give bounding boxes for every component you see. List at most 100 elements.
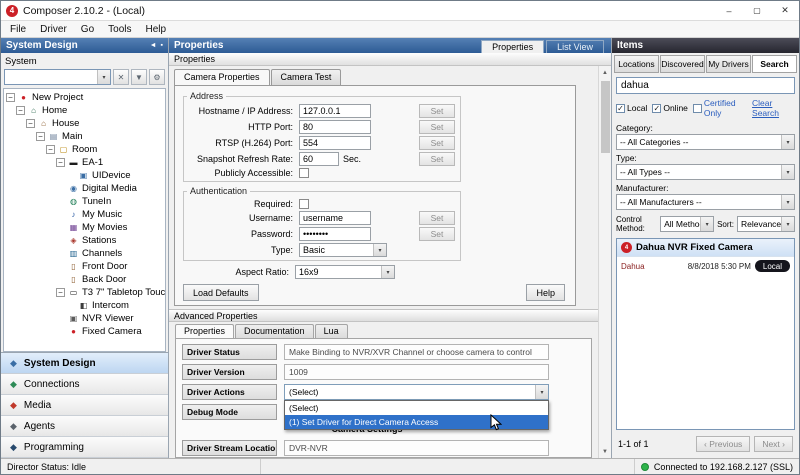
tree-item-house[interactable]: −⌂House xyxy=(4,117,165,130)
tab-search[interactable]: Search xyxy=(752,55,797,73)
tab-properties[interactable]: Properties xyxy=(481,40,544,53)
control-method-select[interactable]: All Methods xyxy=(660,216,714,232)
tree-collapse-icon[interactable]: − xyxy=(36,132,45,141)
tree-item-ea-1[interactable]: −▬EA-1 xyxy=(4,156,165,169)
nav-system-design[interactable]: ◆System Design xyxy=(1,353,168,374)
http-port-input[interactable] xyxy=(299,120,371,134)
category-select[interactable]: -- All Categories -- xyxy=(616,134,795,150)
hostname-input[interactable] xyxy=(299,104,371,118)
chevron-down-icon[interactable] xyxy=(97,70,110,84)
tab-my-drivers[interactable]: My Drivers xyxy=(706,55,751,73)
sort-select[interactable]: Relevance xyxy=(737,216,795,232)
menu-help[interactable]: Help xyxy=(139,22,174,37)
publicly-accessible-checkbox[interactable] xyxy=(299,168,309,178)
load-defaults-button[interactable]: Load Defaults xyxy=(183,284,259,301)
nav-media[interactable]: ◆Media xyxy=(1,395,168,416)
clear-search-link[interactable]: Clear Search xyxy=(752,98,795,118)
tree-item-my-movies[interactable]: ▦My Movies xyxy=(4,221,165,234)
password-input[interactable] xyxy=(299,227,371,241)
type-select[interactable]: -- All Types -- xyxy=(616,164,795,180)
filter-icon[interactable]: ▼ xyxy=(131,69,147,85)
tab-advanced-lua[interactable]: Lua xyxy=(315,324,348,338)
manufacturer-select[interactable]: -- All Manufacturers -- xyxy=(616,194,795,210)
tree-item-uidevice[interactable]: ▣UIDevice xyxy=(4,169,165,182)
scroll-down-icon[interactable]: ▼ xyxy=(599,445,611,458)
menu-tools[interactable]: Tools xyxy=(101,22,138,37)
tree-item-intercom[interactable]: ◧Intercom xyxy=(4,299,165,312)
refresh-rate-set-button[interactable]: Set xyxy=(419,152,455,166)
menu-go[interactable]: Go xyxy=(74,22,101,37)
username-input[interactable] xyxy=(299,211,371,225)
pin-panel-icon[interactable]: ▪ xyxy=(161,42,163,49)
system-search-combo[interactable] xyxy=(4,69,111,85)
tree-collapse-icon[interactable]: − xyxy=(26,119,35,128)
tree-item-tunein[interactable]: ◍TuneIn xyxy=(4,195,165,208)
maximize-button[interactable] xyxy=(743,1,771,20)
tree-item-stations[interactable]: ◈Stations xyxy=(4,234,165,247)
rtsp-port-set-button[interactable]: Set xyxy=(419,136,455,150)
tree-collapse-icon[interactable]: − xyxy=(56,158,65,167)
http-port-set-button[interactable]: Set xyxy=(419,120,455,134)
tree-item-channels[interactable]: ▥Channels xyxy=(4,247,165,260)
rtsp-port-input[interactable] xyxy=(299,136,371,150)
hostname-set-button[interactable]: Set xyxy=(419,104,455,118)
result-item-dahua-nvr-fixed-camera[interactable]: Dahua NVR Fixed CameraDahua8/8/2018 5:30… xyxy=(617,239,794,277)
tree-item-back-door[interactable]: ▯Back Door xyxy=(4,273,165,286)
previous-page-button[interactable]: Previous xyxy=(696,436,750,452)
password-set-button[interactable]: Set xyxy=(419,227,455,241)
property-value[interactable]: 1009 xyxy=(284,364,549,380)
scrollbar-thumb[interactable] xyxy=(601,81,610,153)
filter-local[interactable]: ✓Local xyxy=(616,103,647,113)
username-set-button[interactable]: Set xyxy=(419,211,455,225)
property-value[interactable]: DVR-NVR xyxy=(284,440,549,456)
tree-item-my-music[interactable]: ♪My Music xyxy=(4,208,165,221)
refresh-rate-input[interactable] xyxy=(299,152,339,166)
nav-programming[interactable]: ◆Programming xyxy=(1,437,168,458)
tab-advanced-documentation[interactable]: Documentation xyxy=(235,324,314,338)
filter-online[interactable]: ✓Online xyxy=(652,103,688,113)
collapse-panel-icon[interactable]: ◄ xyxy=(150,42,157,49)
tree-item-digital-media[interactable]: ◉Digital Media xyxy=(4,182,165,195)
tab-list-view[interactable]: List View xyxy=(546,40,604,53)
menu-driver[interactable]: Driver xyxy=(33,22,74,37)
tab-advanced-properties[interactable]: Properties xyxy=(175,324,234,338)
nav-agents[interactable]: ◆Agents xyxy=(1,416,168,437)
scroll-up-icon[interactable]: ▲ xyxy=(599,66,611,79)
items-search-input[interactable] xyxy=(616,77,795,94)
tree-item-main[interactable]: −▤Main xyxy=(4,130,165,143)
tree-item-new-project[interactable]: −●New Project xyxy=(4,91,165,104)
system-search-input[interactable] xyxy=(5,72,97,82)
tree-item-front-door[interactable]: ▯Front Door xyxy=(4,260,165,273)
dropdown-option[interactable]: (1) Set Driver for Direct Camera Access xyxy=(285,415,548,429)
aspect-ratio-select[interactable]: 16x9 xyxy=(295,265,395,279)
tree-item-fixed-camera[interactable]: ●Fixed Camera xyxy=(4,325,165,338)
driver-actions-select[interactable]: (Select) xyxy=(284,384,549,400)
properties-scrollbar[interactable]: ▲ ▼ xyxy=(598,66,611,458)
filter-certified-only[interactable]: Certified Only xyxy=(693,98,747,118)
close-button[interactable] xyxy=(771,1,799,20)
tree-item-nvr-viewer[interactable]: ▣NVR Viewer xyxy=(4,312,165,325)
minimize-button[interactable] xyxy=(715,1,743,20)
nav-connections[interactable]: ◆Connections xyxy=(1,374,168,395)
tree-collapse-icon[interactable]: − xyxy=(6,93,15,102)
manufacturer-label: Manufacturer: xyxy=(616,183,795,193)
search-settings-button[interactable]: ⚙ xyxy=(149,69,165,85)
tree-collapse-icon[interactable]: − xyxy=(56,288,65,297)
property-value[interactable]: Make Binding to NVR/XVR Channel or choos… xyxy=(284,344,549,360)
next-page-button[interactable]: Next xyxy=(754,436,793,452)
menu-file[interactable]: File xyxy=(3,22,33,37)
required-checkbox[interactable] xyxy=(299,199,309,209)
tab-discovered[interactable]: Discovered xyxy=(660,55,705,73)
tab-camera-properties[interactable]: Camera Properties xyxy=(174,69,270,85)
tree-item-home[interactable]: −⌂Home xyxy=(4,104,165,117)
tab-locations[interactable]: Locations xyxy=(614,55,659,73)
tab-camera-test[interactable]: Camera Test xyxy=(271,69,342,85)
tree-item-room[interactable]: −▢Room xyxy=(4,143,165,156)
clear-filter-button[interactable]: ✕ xyxy=(113,69,129,85)
tree-collapse-icon[interactable]: − xyxy=(16,106,25,115)
tree-item-t3-7-tabletop-touch-screen[interactable]: −▭T3 7" Tabletop Touch Screen xyxy=(4,286,165,299)
help-button[interactable]: Help xyxy=(526,284,565,301)
auth-type-select[interactable]: Basic xyxy=(299,243,387,257)
dropdown-option[interactable]: (Select) xyxy=(285,401,548,415)
tree-collapse-icon[interactable]: − xyxy=(46,145,55,154)
